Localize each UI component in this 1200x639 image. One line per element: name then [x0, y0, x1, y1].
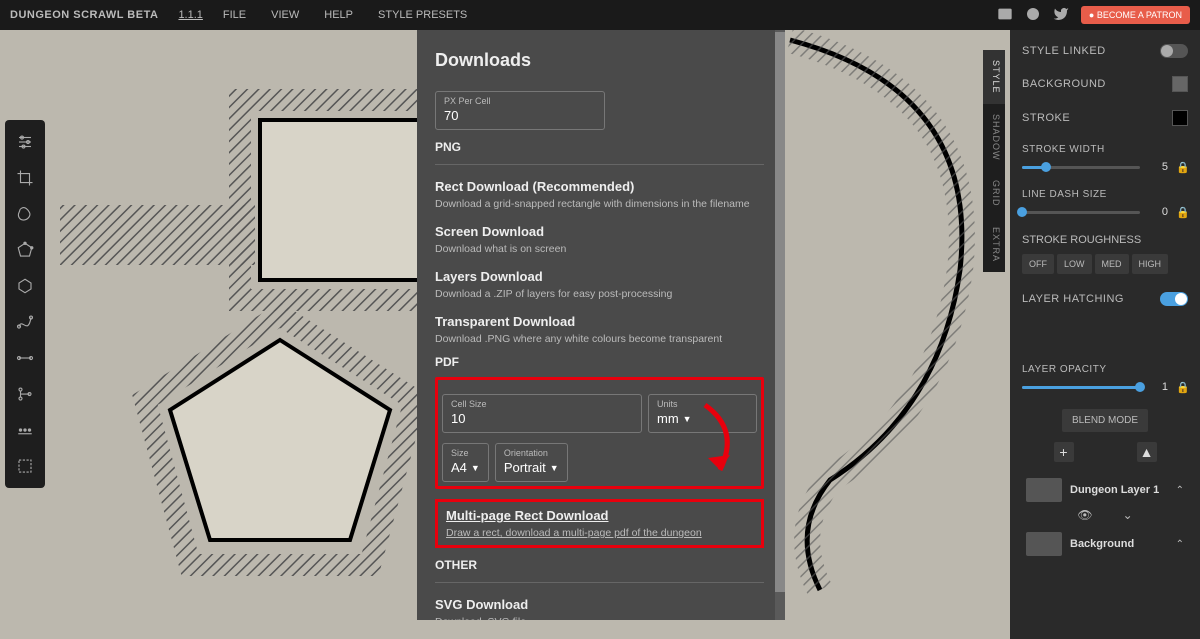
menu-style-presets[interactable]: STYLE PRESETS [378, 9, 467, 21]
stroke-label: STROKE [1022, 112, 1070, 124]
layer-item[interactable]: Dungeon Layer 1 ⌃ [1022, 472, 1188, 508]
downloads-panel: Downloads PX Per Cell 70 PNG Rect Downlo… [417, 30, 782, 620]
become-patron-button[interactable]: ● BECOME A PATRON [1081, 6, 1190, 24]
size-select[interactable]: Size A4▼ [442, 443, 489, 482]
menu-file[interactable]: FILE [223, 9, 246, 21]
add-layer-button[interactable]: + [1054, 442, 1074, 462]
style-linked-label: STYLE LINKED [1022, 45, 1106, 57]
blend-mode-button[interactable]: BLEND MODE [1062, 409, 1148, 432]
transparent-download-desc: Download .PNG where any white colours be… [435, 333, 764, 345]
stroke-roughness-label: STROKE ROUGHNESS [1022, 234, 1188, 246]
roughness-med[interactable]: MED [1095, 254, 1129, 274]
roughness-high[interactable]: HIGH [1132, 254, 1169, 274]
top-menu-bar: DUNGEON SCRAWL BETA 1.1.1 FILE VIEW HELP… [0, 0, 1200, 30]
stroke-width-label: STROKE WIDTH [1022, 144, 1188, 155]
lock-icon[interactable]: 🔒 [1176, 206, 1188, 218]
layer-thumbnail [1026, 478, 1062, 502]
layer-opacity-slider[interactable] [1022, 386, 1140, 389]
visibility-icon[interactable]: 👁 [1077, 508, 1092, 522]
style-panel: STYLE LINKED BACKGROUND STROKE STROKE WI… [1010, 30, 1200, 639]
tool-path-icon[interactable] [5, 304, 45, 340]
caret-down-icon: ▼ [550, 463, 559, 473]
layer-thumbnail [1026, 532, 1062, 556]
tool-sliders-icon[interactable] [5, 124, 45, 160]
background-color-swatch[interactable] [1172, 76, 1188, 92]
transparent-download-button[interactable]: Transparent Download [435, 314, 764, 329]
reddit-icon[interactable] [1025, 6, 1041, 25]
rect-download-button[interactable]: Rect Download (Recommended) [435, 179, 764, 194]
multipage-download-button[interactable]: Multi-page Rect Download [446, 508, 753, 523]
app-brand: DUNGEON SCRAWL BETA [10, 9, 158, 21]
tool-hexagon-icon[interactable] [5, 268, 45, 304]
pdf-settings-highlight: Cell Size 10 Units mm▼ Size A4▼ Orientat… [435, 377, 764, 489]
tab-shadow[interactable]: SHADOW [983, 104, 1005, 171]
roughness-segmented: OFF LOW MED HIGH [1022, 254, 1188, 274]
orientation-select[interactable]: Orientation Portrait▼ [495, 443, 568, 482]
version-link[interactable]: 1.1.1 [178, 9, 202, 21]
tool-polygon-icon[interactable] [5, 232, 45, 268]
svg-download-button[interactable]: SVG Download [435, 597, 764, 612]
pdf-section-label: PDF [435, 355, 764, 369]
tab-extra[interactable]: EXTRA [983, 217, 1005, 272]
discord-icon[interactable] [997, 6, 1013, 25]
lock-icon[interactable]: 🔒 [1176, 161, 1188, 173]
left-toolbar [5, 120, 45, 488]
layer-hatching-toggle[interactable] [1160, 292, 1188, 306]
layer-item[interactable]: Background ⌃ [1022, 526, 1188, 562]
tool-blob-icon[interactable] [5, 196, 45, 232]
other-section-label: OTHER [435, 558, 764, 572]
roughness-off[interactable]: OFF [1022, 254, 1054, 274]
rect-download-desc: Download a grid-snapped rectangle with d… [435, 198, 764, 210]
downloads-title: Downloads [435, 50, 764, 71]
multipage-download-desc: Draw a rect, download a multi-page pdf o… [446, 527, 753, 539]
divider [435, 164, 764, 165]
layer-opacity-label: LAYER OPACITY [1022, 364, 1188, 375]
twitter-icon[interactable] [1053, 6, 1069, 25]
px-per-cell-field[interactable]: PX Per Cell 70 [435, 91, 605, 130]
layers-download-button[interactable]: Layers Download [435, 269, 764, 284]
tab-style[interactable]: STYLE [983, 50, 1005, 104]
menu-view[interactable]: VIEW [271, 9, 299, 21]
line-dash-label: LINE DASH SIZE [1022, 189, 1188, 200]
screen-download-desc: Download what is on screen [435, 243, 764, 255]
panel-scrollbar[interactable] [775, 30, 785, 620]
background-label: BACKGROUND [1022, 78, 1106, 90]
tool-line-icon[interactable] [5, 340, 45, 376]
divider [435, 582, 764, 583]
chevron-up-icon[interactable]: ⌃ [1176, 539, 1184, 550]
multipage-highlight: Multi-page Rect Download Draw a rect, do… [435, 499, 764, 548]
caret-down-icon: ▼ [683, 414, 692, 424]
roughness-low[interactable]: LOW [1057, 254, 1092, 274]
chevron-down-icon[interactable]: ⌄ [1123, 508, 1133, 522]
lock-icon[interactable]: 🔒 [1176, 381, 1188, 393]
cell-size-field[interactable]: Cell Size 10 [442, 394, 642, 433]
png-section-label: PNG [435, 140, 764, 154]
tab-grid[interactable]: GRID [983, 170, 1005, 217]
layer-hatching-label: LAYER HATCHING [1022, 293, 1124, 305]
style-linked-toggle[interactable] [1160, 44, 1188, 58]
tool-dots-icon[interactable] [5, 412, 45, 448]
tool-select-icon[interactable] [5, 448, 45, 484]
add-image-button[interactable]: ▲ [1137, 442, 1157, 462]
vertical-tabs: STYLE SHADOW GRID EXTRA [983, 50, 1005, 272]
svg-download-desc: Download .SVG file [435, 616, 764, 620]
units-select[interactable]: Units mm▼ [648, 394, 757, 433]
line-dash-slider[interactable] [1022, 211, 1140, 214]
tool-branch-icon[interactable] [5, 376, 45, 412]
chevron-up-icon[interactable]: ⌃ [1176, 485, 1184, 496]
stroke-width-slider[interactable] [1022, 166, 1140, 169]
screen-download-button[interactable]: Screen Download [435, 224, 764, 239]
menu-help[interactable]: HELP [324, 9, 353, 21]
tool-crop-icon[interactable] [5, 160, 45, 196]
layers-download-desc: Download a .ZIP of layers for easy post-… [435, 288, 764, 300]
stroke-color-swatch[interactable] [1172, 110, 1188, 126]
caret-down-icon: ▼ [471, 463, 480, 473]
